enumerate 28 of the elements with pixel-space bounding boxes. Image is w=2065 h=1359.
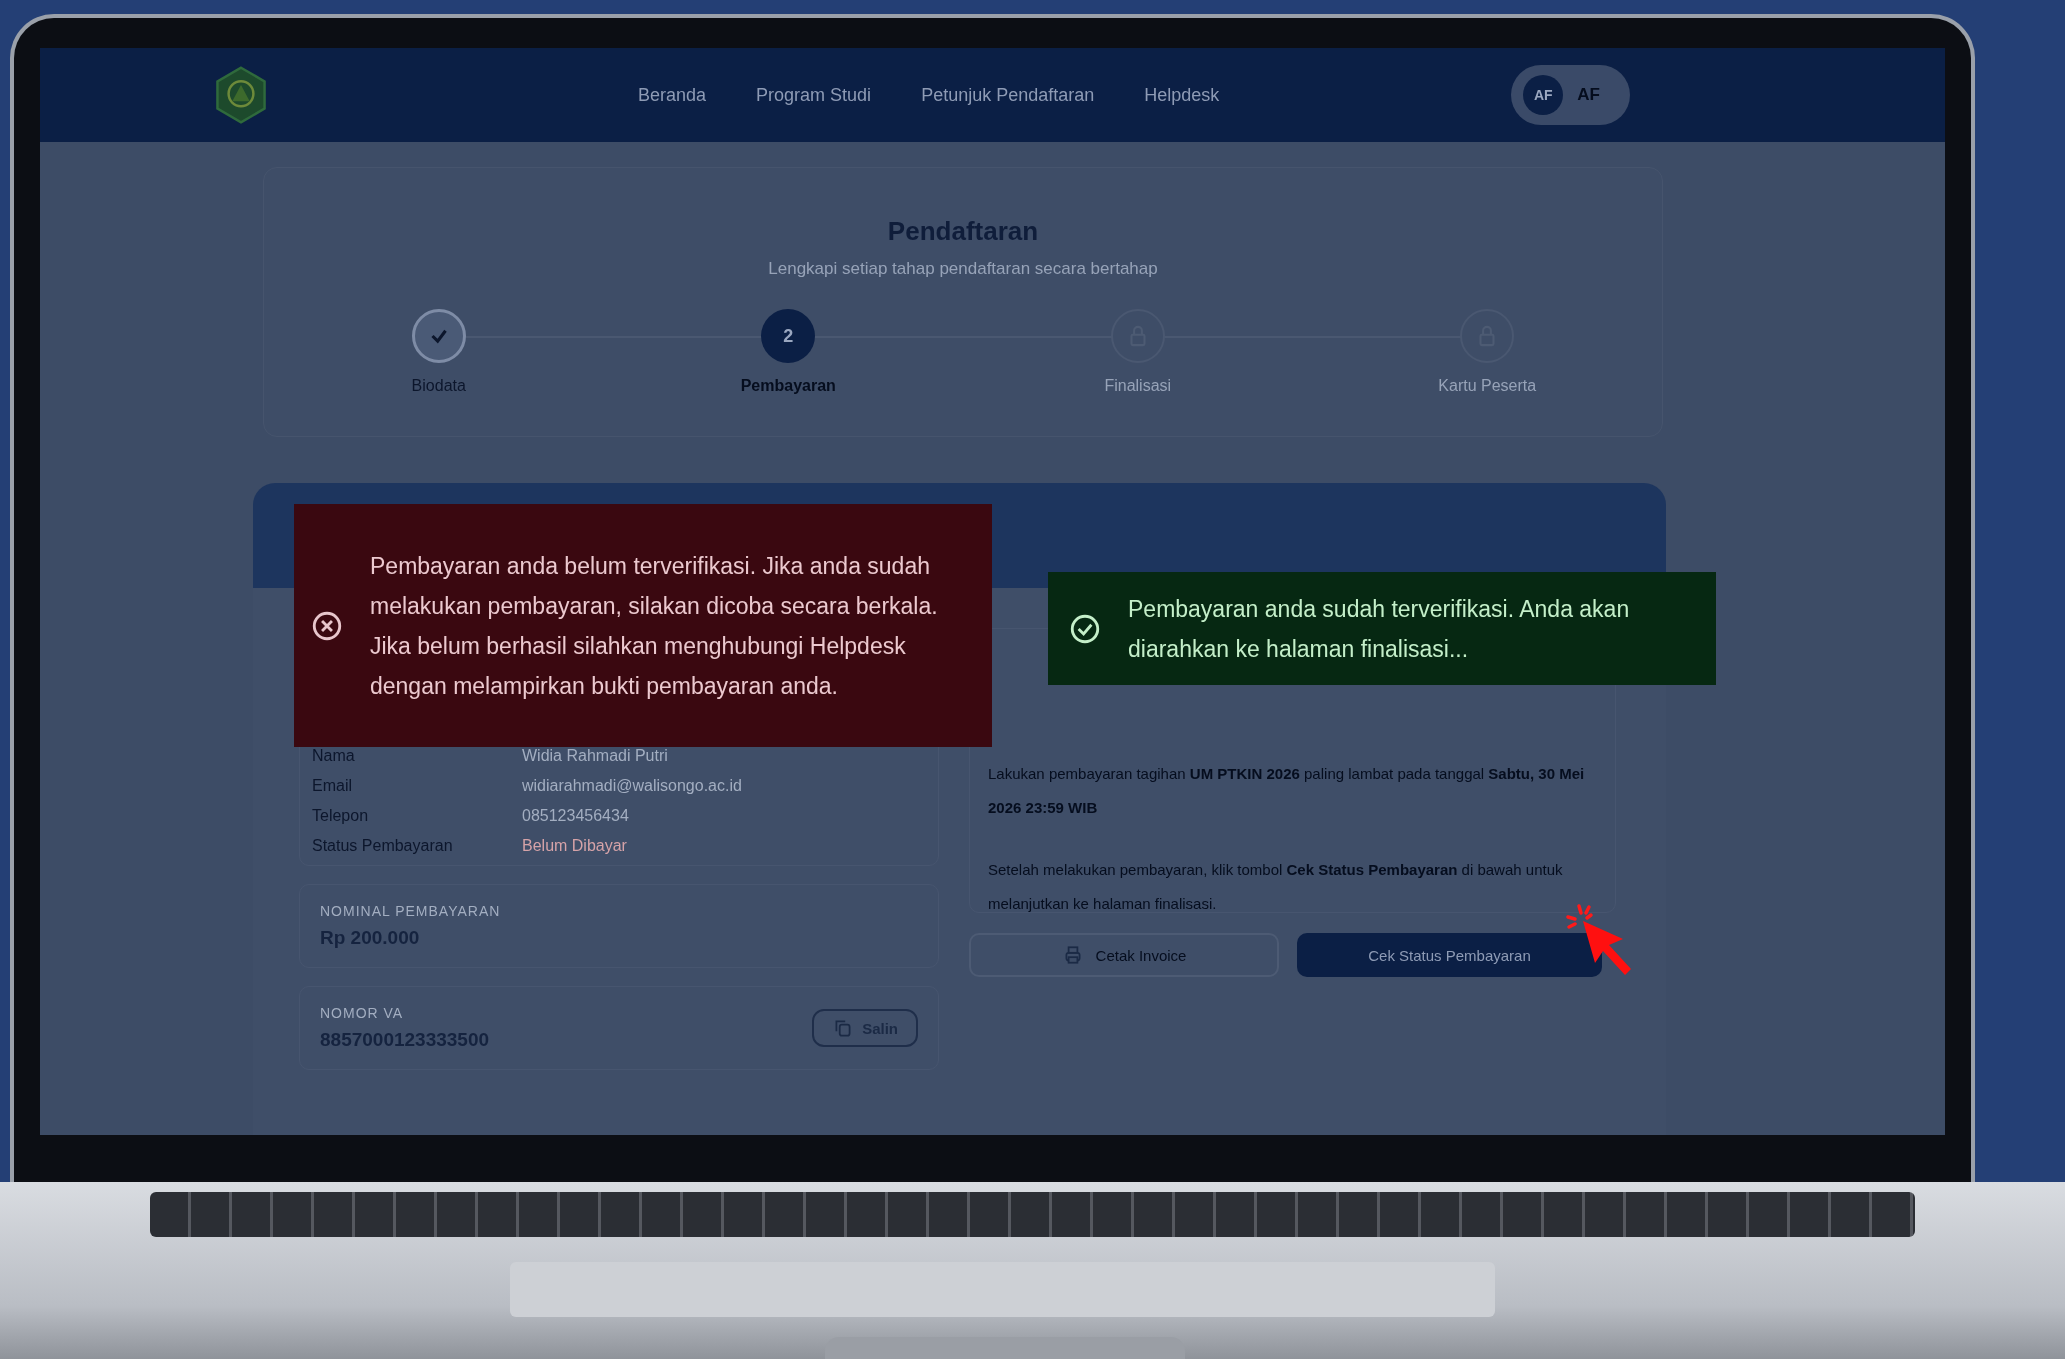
info-value: 085123456434 [522, 807, 629, 825]
info-value: widiarahmadi@walisongo.ac.id [522, 777, 742, 795]
step-label: Finalisasi [1104, 377, 1172, 395]
info-value: Widia Rahmadi Putri [522, 747, 668, 765]
instruction-text: Setelah melakukan pembayaran, klik tombol Cek Status Pembayaran di bawah untuk melanjutkan ke halaman finalisasi. [988, 860, 1564, 914]
info-label: Status Pembayaran [312, 837, 454, 855]
page-subtitle: Lengkapi setiap tahap pendaftaran secara bertahap [767, 259, 1159, 279]
toast-message: Pembayaran anda belum terverifikasi. Jika anda sudah melakukan pembayaran, silakan dicoba secara berkala. Jika belum berhasil silahkan menghubungi Helpdesk dengan melampirkan bukti pembayaran anda. [370, 551, 939, 701]
avatar: AF [1523, 75, 1564, 115]
step-label: Kartu Peserta [1438, 377, 1537, 395]
info-label: Telepon [312, 807, 370, 825]
nav-link[interactable]: Beranda [638, 84, 707, 106]
step-label: Pembayaran [740, 377, 836, 395]
nav-link[interactable]: Petunjuk Pendaftaran [921, 84, 1095, 106]
amount-label: NOMINAL PEMBAYARAN [320, 903, 502, 919]
nav-link[interactable]: Program Studi [756, 84, 872, 106]
info-value: Belum Dibayar [522, 837, 627, 855]
nav-link[interactable]: Helpdesk [1144, 84, 1220, 106]
info-label: Nama [312, 747, 356, 765]
step-label: Biodata [411, 377, 466, 395]
check-status-button[interactable]: Cek Status Pembayaran [1297, 933, 1602, 977]
va-label: NOMOR VA [320, 1005, 405, 1021]
user-name: AF [1577, 85, 1600, 105]
instruction-text: Lakukan pembayaran tagihan UM PTKIN 2026 paling lambat pada tanggal Sabtu, 30 Mei 2026 23:59 WIB [988, 764, 1586, 818]
step-indicator: 2 [761, 309, 816, 363]
toast-message: Pembayaran anda sudah terverifikasi. Anda akan diarahkan ke halaman finalisasi... [1128, 594, 1631, 664]
info-label: Email [312, 777, 353, 795]
user-menu[interactable]: AF AF [1511, 65, 1630, 125]
